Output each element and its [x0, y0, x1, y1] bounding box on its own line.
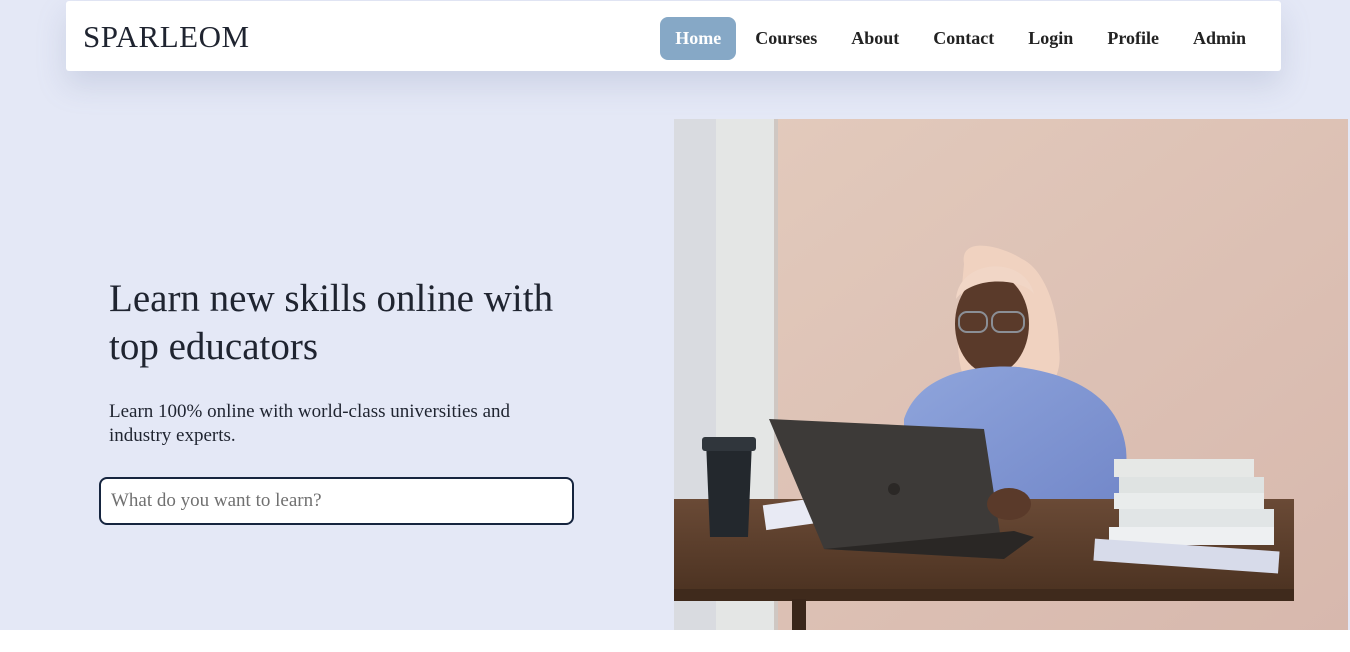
hero-image — [674, 119, 1348, 630]
brand-logo[interactable]: SPARLEOM — [83, 19, 250, 55]
nav-profile[interactable]: Profile — [1090, 17, 1176, 60]
nav-about[interactable]: About — [834, 17, 916, 60]
navbar: SPARLEOM Home Courses About Contact Logi… — [66, 1, 1281, 71]
nav-admin[interactable]: Admin — [1176, 17, 1263, 60]
nav-contact[interactable]: Contact — [916, 17, 1011, 60]
page-bottom-strip — [0, 630, 1350, 652]
hero-subtext: Learn 100% online with world-class unive… — [109, 401, 511, 446]
search-input[interactable] — [99, 477, 574, 525]
nav-home[interactable]: Home — [660, 17, 737, 60]
nav-login[interactable]: Login — [1011, 17, 1090, 60]
nav-links: Home Courses About Contact Login Profile… — [660, 17, 1263, 60]
hero-headline: Learn new skills online with top educato… — [109, 277, 554, 368]
nav-courses[interactable]: Courses — [738, 17, 834, 60]
